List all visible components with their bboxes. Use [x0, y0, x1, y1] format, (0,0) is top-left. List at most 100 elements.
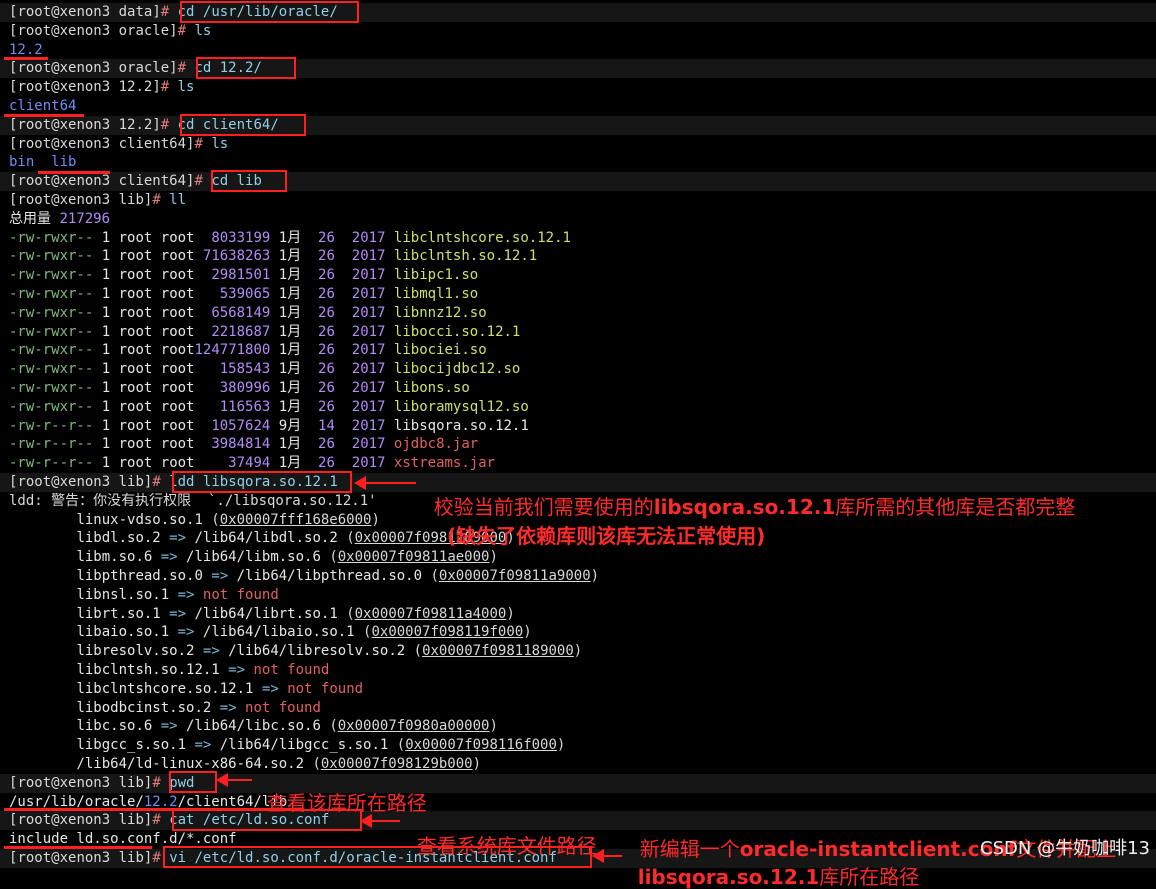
file-row: -rw-rwxr-- 1 root root 8033199 1月 26 2017 … [9, 229, 571, 248]
ldd-not-found: not found [245, 699, 321, 716]
terminal-window[interactable]: [root@xenon3 data]# cd /usr/lib/oracle/ [… [0, 0, 1156, 868]
file-year: 2017 [351, 267, 386, 284]
prompt-user: root@xenon3 [17, 135, 111, 152]
file-owner: root [118, 398, 153, 415]
file-name[interactable]: libmql1.so [394, 286, 478, 302]
command-text[interactable]: cd 12.2/ [194, 60, 261, 76]
ldd-address: 0x00007f09811ae000 [337, 549, 490, 566]
prompt-cwd: lib [118, 812, 144, 829]
ldd-lib: libgcc_s.so.1 [76, 737, 187, 754]
output-line: bin lib [9, 153, 76, 172]
file-month: 1月 [278, 286, 302, 302]
file-size: 6568149 [211, 304, 271, 321]
ldd-row: libaio.so.1 => /lib64/libaio.so.1 (0x000… [76, 624, 532, 641]
command-text[interactable]: ls [178, 79, 195, 95]
file-row: -rw-rwxr-- 1 root root 116563 1月 26 2017 l… [9, 398, 529, 417]
file-month: 1月 [278, 267, 302, 284]
prompt-line: [root@xenon3 lib]# ll [9, 192, 187, 208]
file-owner: root [118, 267, 153, 284]
file-name[interactable]: libocijdbc12.so [394, 361, 520, 377]
file-name[interactable]: libocci.so.12.1 [394, 324, 520, 340]
file-day: 26 [318, 286, 335, 302]
ldd-lib: librt.so.1 [76, 605, 161, 622]
file-name[interactable]: libociei.so [394, 342, 487, 358]
ldd-arrow: => [219, 699, 237, 716]
warning-line: ldd: 警告：你没有执行权限 `./libsqora.so.12.1' [9, 492, 377, 511]
arrow-icon [360, 814, 400, 828]
ldd-row: libodbcinst.so.2 => not found [9, 699, 321, 718]
prompt-user: root@xenon3 [17, 22, 111, 39]
file-day: 26 [318, 304, 335, 321]
file-owner: root [118, 304, 153, 321]
file-owner: root [118, 286, 153, 302]
ldd-path: /lib64/libgcc_s.so.1 [219, 737, 389, 754]
file-owner: root [118, 417, 153, 434]
command-text[interactable]: ls [211, 136, 228, 152]
file-group: root [160, 455, 195, 472]
ldd-lib: libresolv.so.2 [76, 643, 195, 660]
file-perm: -rw-r--r-- [9, 455, 94, 472]
highlight-underline [4, 114, 84, 117]
prompt-cwd: lib [118, 474, 144, 490]
ldd-path: /lib64/libaio.so.1 [202, 624, 355, 641]
file-links: 1 [101, 248, 111, 265]
ldd-address: 0x00007f0980a00000 [337, 718, 490, 735]
file-row: -rw-r--r-- 1 root root 1057624 9月 14 2017 … [9, 417, 529, 436]
prompt-cwd: lib [118, 774, 144, 791]
file-day: 26 [318, 380, 335, 396]
prompt-user: root@xenon3 [17, 192, 111, 208]
file-name[interactable]: libnnz12.so [394, 305, 487, 321]
annotation-bold: libsqora.so.12.1 [637, 865, 820, 889]
file-name[interactable]: liboramysql12.so [394, 399, 529, 415]
file-name[interactable]: ojdbc8.jar [394, 436, 478, 452]
ldd-path: /lib64/librt.so.1 [194, 605, 338, 622]
ldd-row: libresolv.so.2 => /lib64/libresolv.so.2 … [76, 643, 583, 660]
file-year: 2017 [351, 286, 386, 302]
file-day: 26 [318, 398, 335, 415]
file-name[interactable]: libsqora.so.12.1 [394, 418, 529, 434]
ldd-not-found: not found [253, 662, 330, 678]
file-size: 380996 [219, 380, 271, 396]
file-name[interactable]: xstreams.jar [394, 455, 495, 471]
file-size: 1057624 [211, 417, 271, 434]
command-text[interactable]: ls [194, 23, 211, 39]
file-name[interactable]: libclntshcore.so.12.1 [394, 230, 571, 246]
prompt-line: [root@xenon3 lib]# ldd libsqora.so.12.1 [9, 474, 338, 490]
file-year: 2017 [351, 361, 386, 378]
command-text[interactable]: cd /usr/lib/oracle/ [178, 4, 338, 20]
highlight-underline [4, 808, 304, 811]
file-perm: -rw-rwxr-- [9, 361, 94, 378]
file-size: 2981501 [211, 267, 271, 284]
command-text[interactable]: ldd libsqora.so.12.1 [169, 474, 338, 490]
highlight-underline [4, 57, 48, 60]
ldd-row: libm.so.6 => /lib64/libm.so.6 (0x00007f0… [76, 549, 498, 566]
ldd-address: 0x00007fff168e6000 [219, 511, 372, 528]
command-text[interactable]: cd client64/ [178, 117, 279, 133]
arrow-icon [592, 849, 622, 863]
file-owner: root [118, 323, 153, 340]
command-text[interactable]: cd lib [211, 173, 262, 189]
file-name[interactable]: libclntsh.so.12.1 [394, 248, 537, 264]
file-size: 2218687 [211, 323, 271, 340]
file-group: root [160, 361, 195, 378]
file-size: 539065 [219, 286, 271, 302]
file-group: root [160, 417, 195, 434]
file-year: 2017 [351, 323, 386, 340]
file-year: 2017 [351, 380, 386, 396]
file-name[interactable]: libons.so [394, 380, 470, 396]
total-value: 217296 [59, 210, 111, 227]
prompt-line: [root@xenon3 client64]# cd lib [9, 173, 262, 190]
ldd-path: /lib64/libpthread.so.0 [236, 568, 423, 584]
prompt-cwd: lib [118, 192, 144, 208]
file-perm: -rw-rwxr-- [9, 304, 94, 321]
arrow-icon [354, 476, 416, 490]
file-row: -rw-r--r-- 1 root root 3984814 1月 26 2017 … [9, 435, 478, 454]
file-name[interactable]: libipc1.so [394, 267, 478, 283]
prompt-line: [root@xenon3 client64]# ls [9, 135, 229, 152]
command-text[interactable]: pwd [169, 775, 194, 791]
command-text[interactable]: ll [169, 192, 186, 208]
prompt-cwd: 12.2 [118, 79, 153, 96]
file-month: 1月 [278, 361, 302, 378]
prompt-line: [root@xenon3 12.2]# cd client64/ [9, 116, 279, 133]
file-row: -rw-rwxr-- 1 root root 158543 1月 26 2017 l… [9, 360, 520, 379]
